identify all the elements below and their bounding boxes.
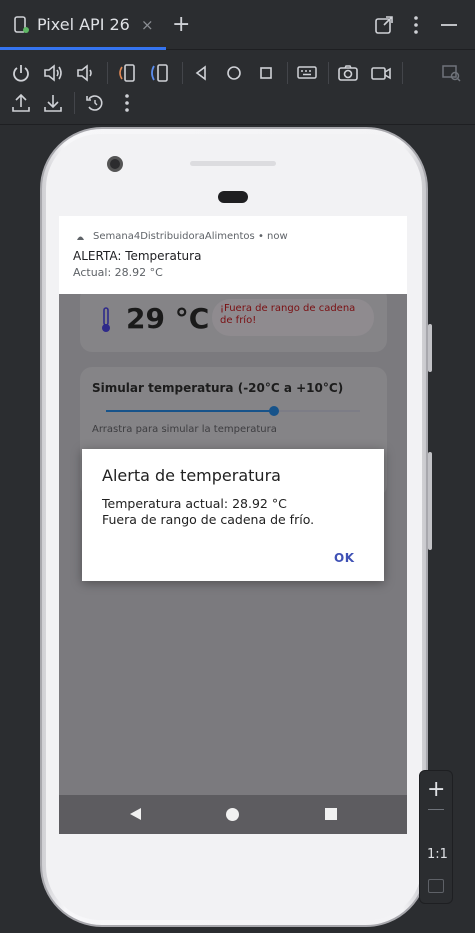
zoom-fit-icon[interactable] xyxy=(428,879,444,893)
zoom-panel: + 1:1 xyxy=(419,770,453,904)
power-side-button xyxy=(428,324,432,372)
external-window-icon[interactable] xyxy=(373,14,395,36)
rotate-right-icon[interactable] xyxy=(149,62,171,84)
warning-text: ¡Fuera de rango de cadena de frío! xyxy=(220,303,356,326)
notification-title: ALERTA: Temperatura xyxy=(73,249,202,263)
thermometer-icon xyxy=(102,307,110,332)
volume-up-icon[interactable] xyxy=(42,62,64,84)
download-icon[interactable] xyxy=(42,92,64,114)
more-vertical-icon[interactable] xyxy=(405,14,427,36)
tab-label: Pixel API 26 xyxy=(37,15,130,34)
notification-separator: • xyxy=(257,231,264,242)
temperature-slider[interactable] xyxy=(106,406,360,416)
simulation-title: Simular temperatura (-20°C a +10°C) xyxy=(92,381,344,395)
tab-bar: Pixel API 26 × + xyxy=(0,0,475,50)
zoom-actual-size-button[interactable]: 1:1 xyxy=(427,847,448,862)
back-icon[interactable] xyxy=(190,62,212,84)
simulation-hint: Arrastra para simular la temperatura xyxy=(92,424,277,435)
nav-home-icon[interactable] xyxy=(226,808,239,821)
nav-back-icon[interactable] xyxy=(130,808,141,820)
notification[interactable]: Semana4DistribuidoraAlimentos • now ALER… xyxy=(59,216,407,294)
emulator-toolbar xyxy=(0,51,475,125)
snapshot-icon[interactable] xyxy=(440,62,462,84)
app-notification-icon xyxy=(77,236,84,240)
alert-dialog: Alerta de temperatura Temperatura actual… xyxy=(82,449,384,581)
volume-down-icon[interactable] xyxy=(74,62,96,84)
notification-time: now xyxy=(267,231,288,242)
earpiece-top xyxy=(190,161,276,166)
speaker-grille xyxy=(218,191,248,203)
more-icon[interactable] xyxy=(116,92,138,114)
temperature-card: 29 °C ¡Fuera de rango de cadena de frío! xyxy=(80,286,387,352)
volume-side-button xyxy=(428,452,432,550)
front-camera-icon xyxy=(107,156,123,172)
upload-icon[interactable] xyxy=(10,92,32,114)
ok-button[interactable]: OK xyxy=(334,551,355,565)
camera-icon[interactable] xyxy=(337,62,359,84)
reset-icon[interactable] xyxy=(84,92,106,114)
home-icon[interactable] xyxy=(223,62,245,84)
notification-text: Actual: 28.92 °C xyxy=(73,266,163,279)
device-screen[interactable]: 29 °C ¡Fuera de rango de cadena de frío!… xyxy=(59,216,407,834)
overview-icon[interactable] xyxy=(255,62,277,84)
add-tab-button[interactable]: + xyxy=(172,12,190,37)
minimize-icon[interactable] xyxy=(438,14,460,36)
nav-recents-icon[interactable] xyxy=(325,808,337,820)
notification-app-name: Semana4DistribuidoraAlimentos xyxy=(93,231,255,242)
notification-header: Semana4DistribuidoraAlimentos • now xyxy=(93,231,288,242)
record-icon[interactable] xyxy=(370,62,392,84)
tab-close-icon[interactable]: × xyxy=(141,16,154,34)
temperature-value: 29 °C xyxy=(126,302,210,335)
keyboard-icon[interactable] xyxy=(296,62,318,84)
dialog-title: Alerta de temperatura xyxy=(102,466,281,485)
slider-fill xyxy=(106,410,274,412)
dialog-message: Temperatura actual: 28.92 °C Fuera de ra… xyxy=(102,496,372,528)
slider-thumb[interactable] xyxy=(268,406,279,416)
tab-pixel-api-26[interactable]: Pixel API 26 × xyxy=(0,0,166,50)
dialog-line-1: Temperatura actual: 28.92 °C xyxy=(102,496,287,511)
tab-active-indicator xyxy=(0,47,166,50)
android-nav-bar xyxy=(59,795,407,834)
rotate-left-icon[interactable] xyxy=(116,62,138,84)
zoom-out-button[interactable] xyxy=(428,809,444,810)
dialog-line-2: Fuera de rango de cadena de frío. xyxy=(102,512,315,527)
cold-chain-warning: ¡Fuera de rango de cadena de frío! xyxy=(212,299,374,336)
power-icon[interactable] xyxy=(10,62,32,84)
zoom-in-button[interactable]: + xyxy=(427,777,445,802)
device-icon xyxy=(14,16,29,33)
